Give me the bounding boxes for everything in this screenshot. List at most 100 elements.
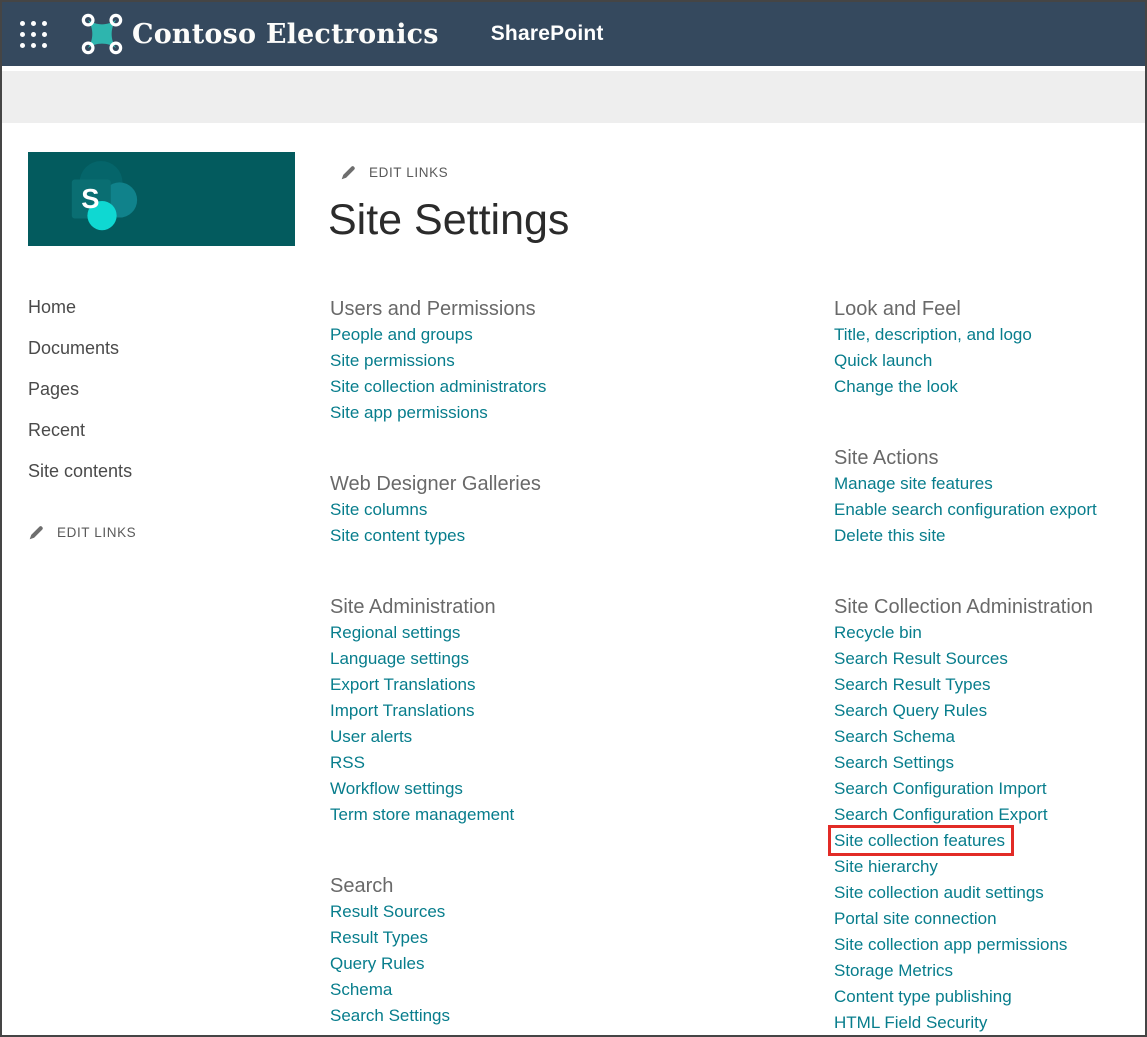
sidebar-item-site-contents[interactable]: Site contents bbox=[28, 451, 330, 492]
settings-link-row: User alerts bbox=[330, 724, 834, 750]
settings-link-site-hierarchy[interactable]: Site hierarchy bbox=[834, 857, 938, 876]
settings-link-content-type-publishing[interactable]: Content type publishing bbox=[834, 987, 1012, 1006]
settings-link-row: Site columns bbox=[330, 497, 834, 523]
settings-link-row: Site collection app permissions bbox=[834, 932, 1145, 958]
settings-link-site-content-types[interactable]: Site content types bbox=[330, 526, 465, 545]
settings-link-delete-this-site[interactable]: Delete this site bbox=[834, 526, 946, 545]
settings-link-search-settings[interactable]: Search Settings bbox=[834, 753, 954, 772]
settings-link-search-schema[interactable]: Search Schema bbox=[834, 727, 955, 746]
sharepoint-site-settings-page: Contoso Electronics SharePoint S HomeDoc… bbox=[0, 0, 1147, 1037]
section-heading: Site Actions bbox=[834, 445, 1145, 471]
settings-link-quick-launch[interactable]: Quick launch bbox=[834, 351, 932, 370]
settings-link-import-translations[interactable]: Import Translations bbox=[330, 701, 475, 720]
settings-link-people-and-groups[interactable]: People and groups bbox=[330, 325, 473, 344]
section-heading: Users and Permissions bbox=[330, 296, 834, 322]
settings-link-row: Regional settings bbox=[330, 620, 834, 646]
page-title: Site Settings bbox=[328, 193, 1145, 247]
settings-link-title-description-and-logo[interactable]: Title, description, and logo bbox=[834, 325, 1032, 344]
settings-link-search-query-rules[interactable]: Search Query Rules bbox=[834, 701, 987, 720]
settings-link-row: Site collection administrators bbox=[330, 374, 834, 400]
settings-link-recycle-bin[interactable]: Recycle bin bbox=[834, 623, 922, 642]
settings-link-row: Content type publishing bbox=[834, 984, 1145, 1010]
edit-links-label: EDIT LINKS bbox=[369, 165, 448, 180]
settings-link-row: Search Schema bbox=[834, 724, 1145, 750]
sidebar-edit-links[interactable]: EDIT LINKS bbox=[28, 512, 330, 553]
settings-link-row: Schema bbox=[330, 977, 834, 1003]
settings-link-row: Search Result Sources bbox=[834, 646, 1145, 672]
settings-link-query-rules[interactable]: Query Rules bbox=[330, 954, 424, 973]
app-launcher-waffle-icon[interactable] bbox=[20, 21, 47, 48]
section-heading: Look and Feel bbox=[834, 296, 1145, 322]
sharepoint-site-icon: S bbox=[64, 160, 142, 238]
settings-link-row: Title, description, and logo bbox=[834, 322, 1145, 348]
settings-link-enable-search-configuration-export[interactable]: Enable search configuration export bbox=[834, 500, 1097, 519]
section-links: Result Sources Result Types Query Rules Sch… bbox=[330, 899, 834, 1029]
settings-link-row: Result Types bbox=[330, 925, 834, 951]
settings-link-search-result-sources[interactable]: Search Result Sources bbox=[834, 649, 1008, 668]
settings-link-site-permissions[interactable]: Site permissions bbox=[330, 351, 455, 370]
settings-link-result-types[interactable]: Result Types bbox=[330, 928, 428, 947]
settings-link-row: Site collection audit settings bbox=[834, 880, 1145, 906]
settings-link-row: Query Rules bbox=[330, 951, 834, 977]
section-links: Recycle bin Search Result Sources Search R… bbox=[834, 620, 1145, 1036]
settings-link-site-collection-audit-settings[interactable]: Site collection audit settings bbox=[834, 883, 1044, 902]
settings-link-site-columns[interactable]: Site columns bbox=[330, 500, 427, 519]
suite-bar: Contoso Electronics SharePoint bbox=[2, 2, 1145, 66]
settings-link-export-translations[interactable]: Export Translations bbox=[330, 675, 476, 694]
sidebar-item-recent[interactable]: Recent bbox=[28, 410, 330, 451]
settings-link-storage-metrics[interactable]: Storage Metrics bbox=[834, 961, 953, 980]
settings-link-search-configuration-import[interactable]: Search Configuration Import bbox=[834, 779, 1047, 798]
settings-link-change-the-look[interactable]: Change the look bbox=[834, 377, 958, 396]
settings-link-language-settings[interactable]: Language settings bbox=[330, 649, 469, 668]
site-logo[interactable]: S bbox=[28, 152, 295, 246]
settings-link-regional-settings[interactable]: Regional settings bbox=[330, 623, 460, 642]
settings-link-user-alerts[interactable]: User alerts bbox=[330, 727, 412, 746]
settings-link-site-collection-app-permissions[interactable]: Site collection app permissions bbox=[834, 935, 1067, 954]
settings-link-row: Enable search configuration export bbox=[834, 497, 1145, 523]
settings-link-term-store-management[interactable]: Term store management bbox=[330, 805, 514, 824]
section-links: People and groups Site permissions Site co… bbox=[330, 322, 834, 426]
settings-link-search-result-types[interactable]: Search Result Types bbox=[834, 675, 991, 694]
sidebar-item-pages[interactable]: Pages bbox=[28, 369, 330, 410]
settings-link-rss[interactable]: RSS bbox=[330, 753, 365, 772]
settings-link-row: Site hierarchy bbox=[834, 854, 1145, 880]
settings-link-search-configuration-export[interactable]: Search Configuration Export bbox=[834, 805, 1048, 824]
section-links: Site columns Site content types bbox=[330, 497, 834, 549]
quick-launch-sidebar: S HomeDocumentsPagesRecentSite contents … bbox=[2, 123, 330, 1036]
sidebar-item-home[interactable]: Home bbox=[28, 287, 330, 328]
section-look-and-feel: Look and FeelTitle, description, and log… bbox=[834, 296, 1145, 400]
section-users-and-permissions: Users and Permissions People and groups Si… bbox=[330, 296, 834, 426]
sidebar-nav: HomeDocumentsPagesRecentSite contents bbox=[28, 287, 330, 492]
sidebar-item-documents[interactable]: Documents bbox=[28, 328, 330, 369]
edit-links-label: EDIT LINKS bbox=[57, 525, 136, 540]
settings-link-row: Portal site connection bbox=[834, 906, 1145, 932]
command-bar-band bbox=[2, 71, 1145, 123]
site-settings-main: EDIT LINKS Site Settings Users and Permi… bbox=[330, 123, 1145, 1036]
settings-link-manage-site-features[interactable]: Manage site features bbox=[834, 474, 993, 493]
settings-link-row: Result Sources bbox=[330, 899, 834, 925]
page-edit-links[interactable]: EDIT LINKS bbox=[340, 161, 1145, 183]
settings-link-html-field-security[interactable]: HTML Field Security bbox=[834, 1013, 987, 1032]
settings-link-workflow-settings[interactable]: Workflow settings bbox=[330, 779, 463, 798]
settings-link-portal-site-connection[interactable]: Portal site connection bbox=[834, 909, 997, 928]
settings-link-row: Import Translations bbox=[330, 698, 834, 724]
contoso-logo[interactable]: Contoso Electronics bbox=[81, 13, 439, 55]
settings-link-schema[interactable]: Schema bbox=[330, 980, 392, 999]
sharepoint-home-link[interactable]: SharePoint bbox=[491, 22, 604, 46]
settings-link-row: Storage Metrics bbox=[834, 958, 1145, 984]
settings-link-site-app-permissions[interactable]: Site app permissions bbox=[330, 403, 488, 422]
section-heading: Site Collection Administration bbox=[834, 594, 1145, 620]
svg-text:S: S bbox=[81, 183, 99, 214]
settings-link-row: RSS bbox=[330, 750, 834, 776]
settings-link-row: Site permissions bbox=[330, 348, 834, 374]
settings-link-row: HTML Field Security bbox=[834, 1010, 1145, 1036]
settings-link-site-collection-administrators[interactable]: Site collection administrators bbox=[330, 377, 546, 396]
settings-link-search-settings[interactable]: Search Settings bbox=[330, 1006, 450, 1025]
settings-link-row: Term store management bbox=[330, 802, 834, 828]
settings-link-row: Manage site features bbox=[834, 471, 1145, 497]
section-links: Title, description, and logo Quick launch… bbox=[834, 322, 1145, 400]
settings-link-result-sources[interactable]: Result Sources bbox=[330, 902, 445, 921]
settings-link-site-collection-features-highlighted[interactable]: Site collection features bbox=[828, 825, 1014, 856]
settings-link-row: Quick launch bbox=[834, 348, 1145, 374]
section-heading: Web Designer Galleries bbox=[330, 471, 834, 497]
